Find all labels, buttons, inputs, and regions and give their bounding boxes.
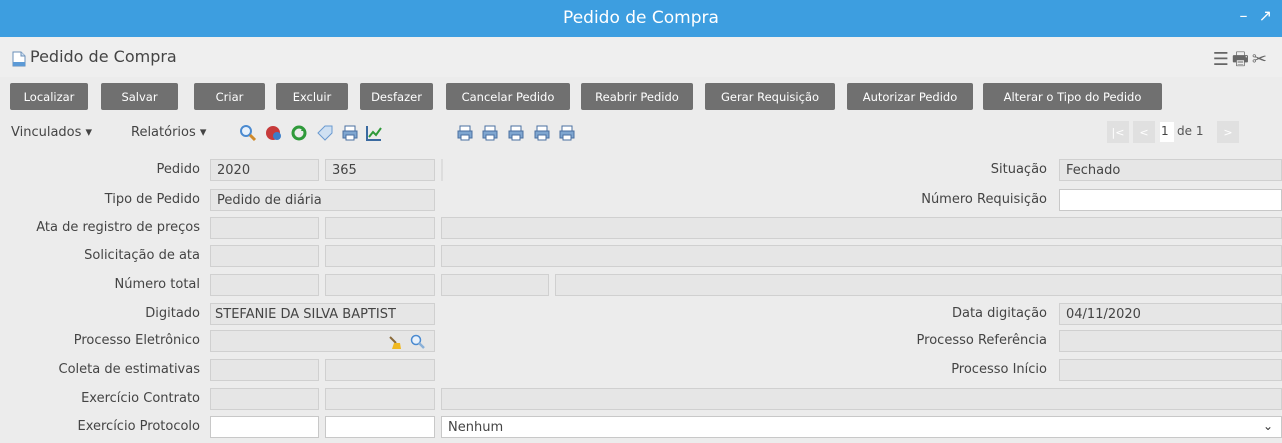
broom-icon[interactable] bbox=[387, 334, 403, 350]
exercicio-protocolo-field-1[interactable] bbox=[210, 416, 319, 438]
exercicio-contrato-field-1[interactable] bbox=[210, 388, 319, 410]
exercicio-protocolo-select[interactable]: Nenhum ⌄ bbox=[441, 416, 1282, 438]
search-icon[interactable] bbox=[410, 334, 426, 350]
numero-requisicao-label: Número Requisição bbox=[921, 192, 1047, 207]
solicitacao-description-field[interactable] bbox=[441, 245, 1282, 267]
salvar-button[interactable]: Salvar bbox=[101, 83, 178, 110]
localizar-button[interactable]: Localizar bbox=[10, 83, 88, 110]
print-icon-2[interactable] bbox=[481, 124, 499, 142]
print-icon[interactable] bbox=[341, 124, 359, 142]
coleta-field-1[interactable] bbox=[210, 359, 319, 381]
maximize-icon[interactable]: ↗ bbox=[1259, 6, 1272, 25]
processo-inicio-label: Processo Início bbox=[951, 362, 1047, 377]
numero-total-label: Número total bbox=[114, 277, 201, 292]
pedido-number-field[interactable]: 365 bbox=[325, 159, 435, 181]
search-icon[interactable] bbox=[239, 124, 257, 142]
exercicio-protocolo-label: Exercício Protocolo bbox=[77, 419, 200, 434]
pedido-label: Pedido bbox=[156, 162, 200, 177]
ata-label: Ata de registro de preços bbox=[36, 220, 200, 235]
digitado-label: Digitado bbox=[145, 306, 200, 321]
coleta-field-2[interactable] bbox=[325, 359, 435, 381]
exercicio-protocolo-field-2[interactable] bbox=[325, 416, 435, 438]
select-value: Nenhum bbox=[448, 420, 504, 435]
desfazer-button[interactable]: Desfazer bbox=[360, 83, 433, 110]
window-titlebar: Pedido de Compra – ↗ bbox=[0, 0, 1282, 37]
situacao-label: Situação bbox=[990, 162, 1047, 177]
numero-total-field-1[interactable] bbox=[210, 274, 319, 296]
print-icon-3[interactable] bbox=[507, 124, 525, 142]
page-number-input[interactable]: 1 bbox=[1160, 122, 1174, 142]
tipo-pedido-label: Tipo de Pedido bbox=[104, 192, 200, 207]
excluir-button[interactable]: Excluir bbox=[276, 83, 348, 110]
print-icon-1[interactable] bbox=[456, 124, 474, 142]
document-icon bbox=[12, 51, 26, 67]
tools-icon[interactable]: ✂ bbox=[1252, 49, 1270, 70]
page-title: Pedido de Compra bbox=[30, 47, 177, 66]
alterar-tipo-pedido-button[interactable]: Alterar o Tipo do Pedido bbox=[983, 83, 1162, 110]
database-icon[interactable] bbox=[265, 124, 283, 142]
numero-requisicao-field[interactable] bbox=[1059, 189, 1282, 211]
numero-total-description-field[interactable] bbox=[555, 274, 1282, 296]
cancelar-pedido-button[interactable]: Cancelar Pedido bbox=[446, 83, 570, 110]
ata-field-1[interactable] bbox=[210, 217, 319, 239]
action-toolbar: Localizar Salvar Criar Excluir Desfazer … bbox=[0, 80, 1282, 112]
tag-icon[interactable] bbox=[316, 124, 334, 142]
icon-toolbar: Vinculados ▾ Relatórios ▾ |< < 1 de 1 > bbox=[0, 117, 1282, 149]
processo-inicio-field[interactable] bbox=[1059, 359, 1282, 381]
criar-button[interactable]: Criar bbox=[194, 83, 265, 110]
menu-icon[interactable]: ☰ bbox=[1213, 49, 1232, 70]
processo-referencia-field[interactable] bbox=[1059, 330, 1282, 352]
page-count: de 1 bbox=[1177, 124, 1204, 138]
digitado-field[interactable]: STEFANIE DA SILVA BAPTIST bbox=[210, 303, 435, 325]
data-digitacao-field[interactable]: 04/11/2020 bbox=[1059, 303, 1282, 325]
ata-field-2[interactable] bbox=[325, 217, 435, 239]
export-chart-icon[interactable] bbox=[365, 124, 383, 142]
window-title: Pedido de Compra bbox=[563, 8, 719, 28]
exercicio-contrato-field-2[interactable] bbox=[325, 388, 435, 410]
numero-total-field-2[interactable] bbox=[325, 274, 435, 296]
reabrir-pedido-button[interactable]: Reabrir Pedido bbox=[581, 83, 693, 110]
exercicio-contrato-label: Exercício Contrato bbox=[81, 391, 200, 406]
pedido-year-field[interactable]: 2020 bbox=[210, 159, 319, 181]
refresh-icon[interactable] bbox=[290, 124, 308, 142]
header-tools: ☰🖶✂ bbox=[1213, 47, 1270, 77]
print-icon-4[interactable] bbox=[533, 124, 551, 142]
solicitacao-field-1[interactable] bbox=[210, 245, 319, 267]
pagination: |< < 1 de 1 > bbox=[1107, 121, 1282, 145]
page-header: Pedido de Compra ☰🖶✂ bbox=[0, 37, 1282, 77]
next-page-button[interactable]: > bbox=[1217, 121, 1239, 143]
prev-page-button[interactable]: < bbox=[1133, 121, 1155, 143]
first-page-button[interactable]: |< bbox=[1107, 121, 1129, 143]
numero-total-field-3[interactable] bbox=[441, 274, 549, 296]
exercicio-contrato-description-field[interactable] bbox=[441, 388, 1282, 410]
solicitacao-field-2[interactable] bbox=[325, 245, 435, 267]
coleta-label: Coleta de estimativas bbox=[58, 362, 200, 377]
vinculados-menu[interactable]: Vinculados ▾ bbox=[11, 125, 92, 140]
window-controls: – ↗ bbox=[1234, 6, 1273, 25]
data-digitacao-label: Data digitação bbox=[951, 306, 1047, 321]
print-icon[interactable]: 🖶 bbox=[1232, 49, 1252, 70]
print-icon-5[interactable] bbox=[558, 124, 576, 142]
chevron-down-icon[interactable]: ⌄ bbox=[1263, 419, 1273, 433]
divider bbox=[441, 159, 443, 181]
relatorios-menu[interactable]: Relatórios ▾ bbox=[131, 125, 206, 140]
ata-description-field[interactable] bbox=[441, 217, 1282, 239]
processo-eletronico-label: Processo Eletrônico bbox=[73, 333, 200, 348]
gerar-requisicao-button[interactable]: Gerar Requisição bbox=[705, 83, 835, 110]
situacao-field[interactable]: Fechado bbox=[1059, 159, 1282, 181]
tipo-pedido-field[interactable]: Pedido de diária bbox=[210, 189, 435, 211]
processo-referencia-label: Processo Referência bbox=[916, 333, 1047, 348]
autorizar-pedido-button[interactable]: Autorizar Pedido bbox=[847, 83, 973, 110]
solicitacao-label: Solicitação de ata bbox=[84, 248, 200, 263]
minimize-icon[interactable]: – bbox=[1240, 6, 1248, 25]
